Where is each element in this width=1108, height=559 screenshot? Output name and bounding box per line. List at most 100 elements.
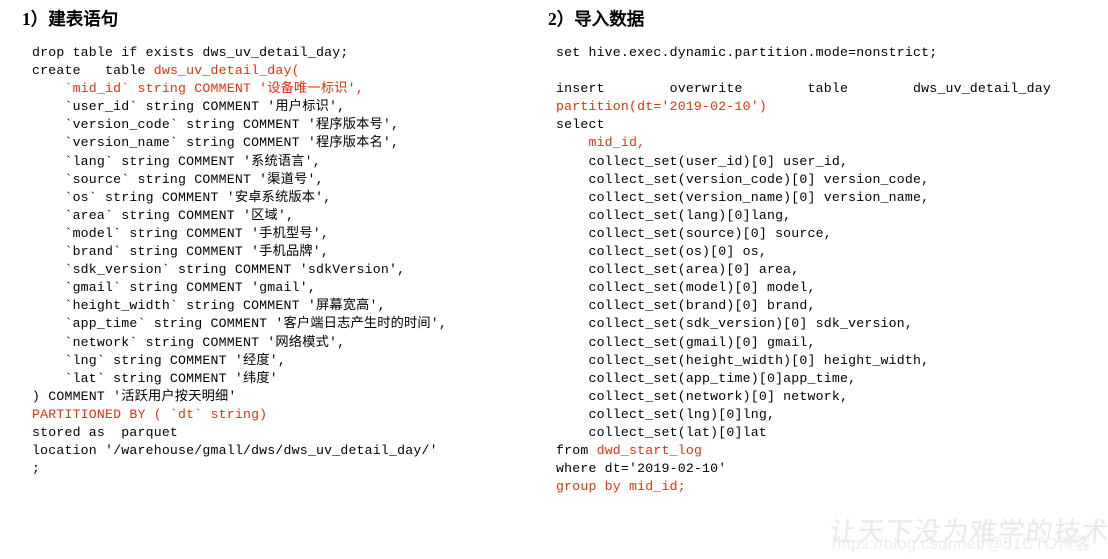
code-token: collect_set(version_name)[0] version_nam… bbox=[556, 189, 930, 205]
code-token: `area` string COMMENT '区域', bbox=[32, 207, 295, 223]
import-data-line-12: collect_set(area)[0] area, bbox=[556, 261, 1051, 279]
watermark: 让天下没为难学的技术 https://blog.csdnnet/@51CTO博客 bbox=[824, 512, 1108, 558]
document-page: 1）建表语句 drop table if exists dws_uv_detai… bbox=[0, 0, 1108, 559]
import-data-line-1 bbox=[556, 62, 1051, 80]
create-table-line-18: `lat` string COMMENT '纬度' bbox=[32, 370, 447, 388]
import-data-line-7: collect_set(version_code)[0] version_cod… bbox=[556, 171, 1051, 189]
code-token: `height_width` string COMMENT '屏幕宽高', bbox=[32, 298, 386, 314]
code-token: `app_time` string COMMENT '客户端日志产生时的时间', bbox=[32, 316, 448, 332]
code-token: `lang` string COMMENT '系统语言', bbox=[32, 153, 321, 169]
code-token: set hive.exec.dynamic.partition.mode=non… bbox=[556, 45, 938, 60]
create-table-line-13: `gmail` string COMMENT 'gmail', bbox=[32, 279, 447, 297]
create-table-line-15: `app_time` string COMMENT '客户端日志产生时的时间', bbox=[32, 315, 447, 333]
import-data-line-16: collect_set(gmail)[0] gmail, bbox=[556, 334, 1051, 352]
code-token: insert overwrite table dws_uv_detail_day bbox=[556, 81, 1051, 97]
create-table-line-20: PARTITIONED BY ( `dt` string) bbox=[32, 406, 447, 424]
create-table-line-16: `network` string COMMENT '网络模式', bbox=[32, 334, 447, 352]
code-token: drop table if exists dws_uv_detail_day; bbox=[32, 45, 349, 60]
create-table-line-10: `model` string COMMENT '手机型号', bbox=[32, 225, 447, 243]
import-data-line-2: insert overwrite table dws_uv_detail_day bbox=[556, 80, 1051, 98]
code-token: collect_set(height_width)[0] height_widt… bbox=[556, 352, 930, 368]
import-data-line-22: from dwd_start_log bbox=[556, 442, 1051, 460]
create-table-line-0: drop table if exists dws_uv_detail_day; bbox=[32, 44, 447, 62]
watermark-brush-text: 让天下没为难学的技术 bbox=[828, 517, 1108, 547]
create-table-line-17: `lng` string COMMENT '经度', bbox=[32, 352, 447, 370]
code-token: `network` string COMMENT '网络模式', bbox=[32, 334, 346, 350]
import-data-line-9: collect_set(lang)[0]lang, bbox=[556, 207, 1051, 225]
create-table-line-4: `version_code` string COMMENT '程序版本号', bbox=[32, 116, 447, 134]
import-data-line-20: collect_set(lng)[0]lng, bbox=[556, 406, 1051, 424]
create-table-code-block: drop table if exists dws_uv_detail_day;c… bbox=[32, 44, 447, 478]
create-table-line-6: `lang` string COMMENT '系统语言', bbox=[32, 153, 447, 171]
create-table-line-8: `os` string COMMENT '安卓系统版本', bbox=[32, 189, 447, 207]
import-data-line-5: mid_id, bbox=[556, 134, 1051, 152]
right-section-heading: 2）导入数据 bbox=[548, 9, 645, 29]
code-token: ; bbox=[32, 461, 41, 477]
code-token: ) COMMENT '活跃用户按天明细' bbox=[32, 388, 237, 404]
create-table-line-12: `sdk_version` string COMMENT 'sdkVersion… bbox=[32, 261, 447, 279]
create-table-line-1: create table dws_uv_detail_day( bbox=[32, 62, 447, 80]
code-token: partition(dt='2019-02-10') bbox=[556, 99, 767, 115]
code-token: `lng` string COMMENT '经度', bbox=[32, 352, 286, 368]
code-token: `os` string COMMENT '安卓系统版本', bbox=[32, 189, 332, 205]
import-data-line-0: set hive.exec.dynamic.partition.mode=non… bbox=[556, 44, 1051, 62]
code-token: dwd_start_log bbox=[596, 443, 703, 459]
create-table-line-11: `brand` string COMMENT '手机品牌', bbox=[32, 243, 447, 261]
import-data-line-23: where dt='2019-02-10' bbox=[556, 460, 1051, 478]
code-token: collect_set(os)[0] os, bbox=[556, 244, 767, 260]
code-token: collect_set(brand)[0] brand, bbox=[556, 298, 816, 314]
create-table-line-9: `area` string COMMENT '区域', bbox=[32, 207, 447, 225]
code-token: `sdk_version` string COMMENT 'sdkVersion… bbox=[32, 262, 406, 278]
code-token: location '/warehouse/gmall/dws/dws_uv_de… bbox=[32, 443, 438, 459]
code-token: where dt='2019-02-10' bbox=[556, 461, 727, 477]
code-token: from bbox=[556, 443, 597, 459]
code-token: collect_set(lang)[0]lang, bbox=[556, 207, 792, 223]
code-token: `user_id` string COMMENT '用户标识', bbox=[32, 99, 346, 115]
code-token: `gmail` string COMMENT 'gmail', bbox=[32, 280, 316, 296]
code-token: select bbox=[556, 117, 605, 133]
code-token: dws_uv_detail_day( bbox=[153, 63, 300, 79]
import-data-line-3: partition(dt='2019-02-10') bbox=[556, 98, 1051, 116]
import-data-line-14: collect_set(brand)[0] brand, bbox=[556, 297, 1051, 315]
code-token: collect_set(lat)[0]lat bbox=[556, 424, 767, 440]
code-token: collect_set(source)[0] source, bbox=[556, 225, 832, 241]
import-data-line-24: group by mid_id; bbox=[556, 478, 1051, 496]
import-data-line-19: collect_set(network)[0] network, bbox=[556, 388, 1051, 406]
code-token: collect_set(lng)[0]lng, bbox=[556, 406, 776, 422]
code-token: PARTITIONED BY ( `dt` string) bbox=[32, 406, 268, 422]
import-data-line-10: collect_set(source)[0] source, bbox=[556, 225, 1051, 243]
code-token: stored as parquet bbox=[32, 424, 179, 440]
watermark-url-text: https://blog.csdnnet/@51CTO博客 bbox=[832, 535, 1092, 553]
create-table-line-23: ; bbox=[32, 460, 447, 478]
create-table-line-14: `height_width` string COMMENT '屏幕宽高', bbox=[32, 297, 447, 315]
code-token: `source` string COMMENT '渠道号', bbox=[32, 171, 324, 187]
import-data-code-block: set hive.exec.dynamic.partition.mode=non… bbox=[556, 44, 1051, 496]
create-table-line-19: ) COMMENT '活跃用户按天明细' bbox=[32, 388, 447, 406]
code-token: `version_code` string COMMENT '程序版本号', bbox=[32, 117, 400, 133]
create-table-line-5: `version_name` string COMMENT '程序版本名', bbox=[32, 134, 447, 152]
code-token: group by mid_id; bbox=[556, 479, 686, 495]
code-token: create table bbox=[32, 63, 154, 79]
import-data-line-21: collect_set(lat)[0]lat bbox=[556, 424, 1051, 442]
import-data-line-4: select bbox=[556, 116, 1051, 134]
create-table-line-2: `mid_id` string COMMENT '设备唯一标识', bbox=[32, 80, 447, 98]
code-token: `brand` string COMMENT '手机品牌', bbox=[32, 244, 329, 260]
code-token: `mid_id` string COMMENT '设备唯一标识', bbox=[32, 81, 364, 97]
import-data-line-18: collect_set(app_time)[0]app_time, bbox=[556, 370, 1051, 388]
create-table-line-21: stored as parquet bbox=[32, 424, 447, 442]
code-token: mid_id, bbox=[556, 135, 646, 151]
code-token: `lat` string COMMENT '纬度' bbox=[32, 370, 278, 386]
import-data-line-17: collect_set(height_width)[0] height_widt… bbox=[556, 352, 1051, 370]
code-token: collect_set(network)[0] network, bbox=[556, 388, 849, 404]
code-token: `version_name` string COMMENT '程序版本名', bbox=[32, 135, 400, 151]
create-table-line-3: `user_id` string COMMENT '用户标识', bbox=[32, 98, 447, 116]
code-token: collect_set(app_time)[0]app_time, bbox=[556, 370, 857, 386]
code-token: `model` string COMMENT '手机型号', bbox=[32, 225, 329, 241]
import-data-line-8: collect_set(version_name)[0] version_nam… bbox=[556, 189, 1051, 207]
code-token: collect_set(area)[0] area, bbox=[556, 262, 800, 278]
create-table-line-22: location '/warehouse/gmall/dws/dws_uv_de… bbox=[32, 442, 447, 460]
code-token: collect_set(sdk_version)[0] sdk_version, bbox=[556, 316, 914, 332]
code-token: collect_set(model)[0] model, bbox=[556, 280, 816, 296]
code-token: collect_set(version_code)[0] version_cod… bbox=[556, 171, 930, 187]
code-token: collect_set(gmail)[0] gmail, bbox=[556, 334, 816, 350]
